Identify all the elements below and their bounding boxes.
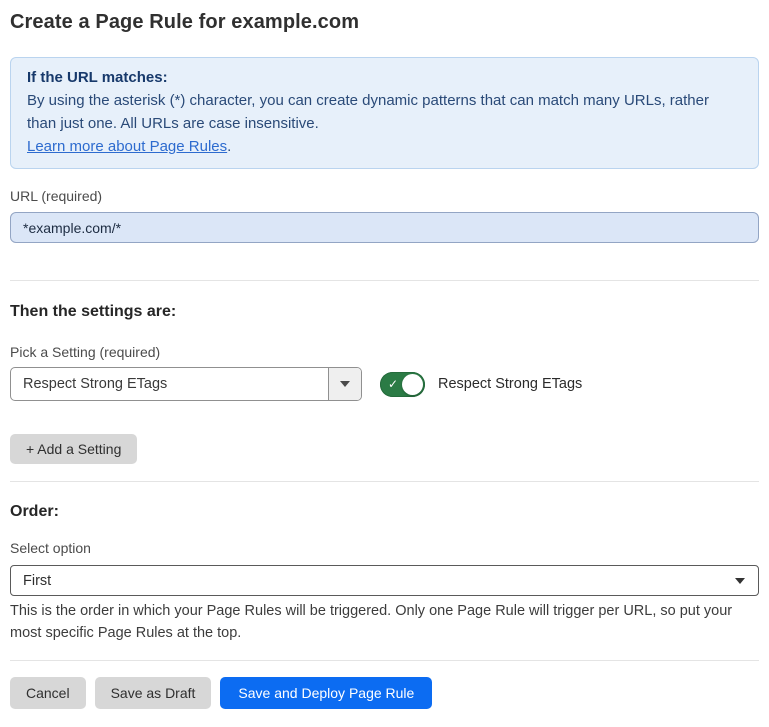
order-select-label: Select option <box>10 540 759 557</box>
create-page-rule-panel: Create a Page Rule for example.com If th… <box>0 9 769 727</box>
section-divider <box>10 481 759 482</box>
url-match-info-box: If the URL matches: By using the asteris… <box>10 57 759 169</box>
order-dropdown-value: First <box>23 573 51 589</box>
chevron-down-icon <box>340 381 350 387</box>
setting-toggle[interactable]: ✓ <box>380 372 425 397</box>
order-section-heading: Order: <box>10 502 759 521</box>
add-setting-button[interactable]: + Add a Setting <box>10 434 137 464</box>
info-box-body-text: By using the asterisk (*) character, you… <box>27 92 709 132</box>
chevron-down-icon <box>735 578 745 584</box>
setting-dropdown-arrow-button[interactable] <box>328 368 361 400</box>
learn-more-link[interactable]: Learn more about Page Rules <box>27 138 227 155</box>
section-divider <box>10 280 759 281</box>
check-icon: ✓ <box>388 376 398 392</box>
action-button-row: Cancel Save as Draft Save and Deploy Pag… <box>10 677 759 709</box>
page-title: Create a Page Rule for example.com <box>10 9 759 35</box>
save-as-draft-button[interactable]: Save as Draft <box>95 677 212 709</box>
url-field-label: URL (required) <box>10 188 759 205</box>
save-and-deploy-button[interactable]: Save and Deploy Page Rule <box>220 677 432 709</box>
setting-row: Respect Strong ETags ✓ Respect Strong ET… <box>10 367 759 401</box>
link-period: . <box>227 138 231 155</box>
info-box-link-line: Learn more about Page Rules. <box>27 135 742 158</box>
url-input[interactable] <box>10 212 759 243</box>
pick-setting-label: Pick a Setting (required) <box>10 344 759 361</box>
info-box-heading: If the URL matches: <box>27 66 742 89</box>
setting-dropdown-value: Respect Strong ETags <box>11 368 328 400</box>
info-box-body: By using the asterisk (*) character, you… <box>27 89 742 135</box>
settings-section-heading: Then the settings are: <box>10 302 759 321</box>
setting-dropdown[interactable]: Respect Strong ETags <box>10 367 362 401</box>
setting-toggle-label: Respect Strong ETags <box>438 376 582 392</box>
order-dropdown[interactable]: First <box>10 565 759 596</box>
section-divider <box>10 660 759 661</box>
cancel-button[interactable]: Cancel <box>10 677 86 709</box>
toggle-knob <box>402 374 423 395</box>
order-help-text: This is the order in which your Page Rul… <box>10 601 759 644</box>
